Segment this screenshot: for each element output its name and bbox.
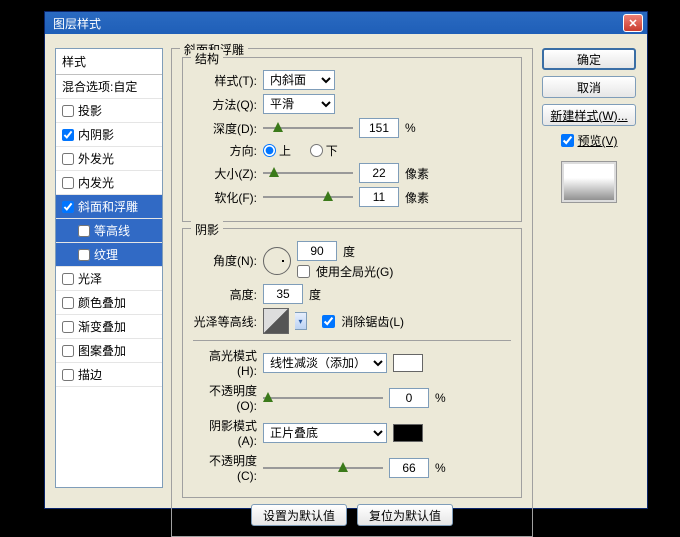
shadow-opacity-slider[interactable] xyxy=(263,462,383,474)
highlight-opacity-slider[interactable] xyxy=(263,392,383,404)
global-light-check[interactable] xyxy=(297,265,310,278)
styles-list: 样式 混合选项:自定 投影 内阴影 外发光 内发光 斜面和浮雕 等高线 纹理 光… xyxy=(55,48,163,488)
style-item-texture[interactable]: 纹理 xyxy=(56,243,162,267)
reset-default-button[interactable]: 复位为默认值 xyxy=(357,504,453,526)
cancel-button[interactable]: 取消 xyxy=(542,76,636,98)
structure-legend: 结构 xyxy=(191,50,223,67)
preview-swatch xyxy=(561,161,617,203)
close-icon[interactable]: ✕ xyxy=(623,14,643,32)
layer-style-dialog: 图层样式 ✕ 样式 混合选项:自定 投影 内阴影 外发光 内发光 斜面和浮雕 等… xyxy=(44,11,648,509)
style-item-drop-shadow[interactable]: 投影 xyxy=(56,99,162,123)
shadow-opacity-label: 不透明度(C): xyxy=(193,452,257,483)
shadow-opacity-input[interactable] xyxy=(389,458,429,478)
direction-up[interactable]: 上 xyxy=(263,142,291,159)
altitude-label: 高度: xyxy=(193,286,257,303)
shading-group: 阴影 角度(N): 度 使用全局光(G) 高度:度 光泽等高线:▾ 消除锯齿(L… xyxy=(182,228,522,498)
gloss-label: 光泽等高线: xyxy=(193,313,257,330)
depth-label: 深度(D): xyxy=(193,120,257,137)
style-item-gradient-overlay[interactable]: 渐变叠加 xyxy=(56,315,162,339)
preview-check[interactable] xyxy=(561,134,574,147)
soften-label: 软化(F): xyxy=(193,189,257,206)
size-input[interactable] xyxy=(359,163,399,183)
soften-input[interactable] xyxy=(359,187,399,207)
style-item-color-overlay[interactable]: 颜色叠加 xyxy=(56,291,162,315)
size-slider[interactable] xyxy=(263,167,353,179)
highlight-opacity-input[interactable] xyxy=(389,388,429,408)
highlight-color-swatch[interactable] xyxy=(393,354,423,372)
depth-slider[interactable] xyxy=(263,122,353,134)
style-item-pattern-overlay[interactable]: 图案叠加 xyxy=(56,339,162,363)
shadow-mode-select[interactable]: 正片叠底 xyxy=(263,423,387,443)
style-item-outer-glow[interactable]: 外发光 xyxy=(56,147,162,171)
gloss-dropdown-icon[interactable]: ▾ xyxy=(295,312,307,330)
blend-options-row[interactable]: 混合选项:自定 xyxy=(56,75,162,99)
style-check[interactable] xyxy=(78,225,90,237)
styles-header: 样式 xyxy=(56,49,162,75)
style-check[interactable] xyxy=(62,321,74,333)
shading-legend: 阴影 xyxy=(191,221,223,238)
structure-group: 结构 样式(T):内斜面 方法(Q):平滑 深度(D):% 方向:上 下 大小(… xyxy=(182,57,522,222)
angle-dial[interactable] xyxy=(263,247,291,275)
highlight-mode-label: 高光模式(H): xyxy=(193,347,257,378)
preview-check-row[interactable]: 预览(V) xyxy=(561,132,618,149)
angle-input[interactable] xyxy=(297,241,337,261)
depth-input[interactable] xyxy=(359,118,399,138)
style-item-satin[interactable]: 光泽 xyxy=(56,267,162,291)
shadow-color-swatch[interactable] xyxy=(393,424,423,442)
gloss-contour-icon[interactable] xyxy=(263,308,289,334)
angle-label: 角度(N): xyxy=(193,252,257,269)
style-item-bevel[interactable]: 斜面和浮雕 xyxy=(56,195,162,219)
antialias-check[interactable] xyxy=(322,315,335,328)
style-check[interactable] xyxy=(62,201,74,213)
style-check[interactable] xyxy=(62,129,74,141)
make-default-button[interactable]: 设置为默认值 xyxy=(251,504,347,526)
style-check[interactable] xyxy=(62,177,74,189)
style-item-contour[interactable]: 等高线 xyxy=(56,219,162,243)
size-label: 大小(Z): xyxy=(193,165,257,182)
new-style-button[interactable]: 新建样式(W)... xyxy=(542,104,636,126)
style-check[interactable] xyxy=(62,369,74,381)
style-check[interactable] xyxy=(62,297,74,309)
direction-label: 方向: xyxy=(193,142,257,159)
method-select[interactable]: 平滑 xyxy=(263,94,335,114)
soften-slider[interactable] xyxy=(263,191,353,203)
direction-down[interactable]: 下 xyxy=(310,142,338,159)
style-item-inner-shadow[interactable]: 内阴影 xyxy=(56,123,162,147)
style-item-stroke[interactable]: 描边 xyxy=(56,363,162,387)
style-label: 样式(T): xyxy=(193,72,257,89)
style-check[interactable] xyxy=(62,153,74,165)
altitude-input[interactable] xyxy=(263,284,303,304)
ok-button[interactable]: 确定 xyxy=(542,48,636,70)
style-item-inner-glow[interactable]: 内发光 xyxy=(56,171,162,195)
style-check[interactable] xyxy=(62,345,74,357)
style-select[interactable]: 内斜面 xyxy=(263,70,335,90)
style-check[interactable] xyxy=(62,273,74,285)
style-check[interactable] xyxy=(62,105,74,117)
titlebar[interactable]: 图层样式 ✕ xyxy=(45,12,647,34)
shadow-mode-label: 阴影模式(A): xyxy=(193,417,257,448)
bevel-group: 斜面和浮雕 结构 样式(T):内斜面 方法(Q):平滑 深度(D):% 方向:上… xyxy=(171,48,533,537)
highlight-opacity-label: 不透明度(O): xyxy=(193,382,257,413)
window-title: 图层样式 xyxy=(49,15,623,32)
method-label: 方法(Q): xyxy=(193,96,257,113)
highlight-mode-select[interactable]: 线性减淡（添加） xyxy=(263,353,387,373)
style-check[interactable] xyxy=(78,249,90,261)
